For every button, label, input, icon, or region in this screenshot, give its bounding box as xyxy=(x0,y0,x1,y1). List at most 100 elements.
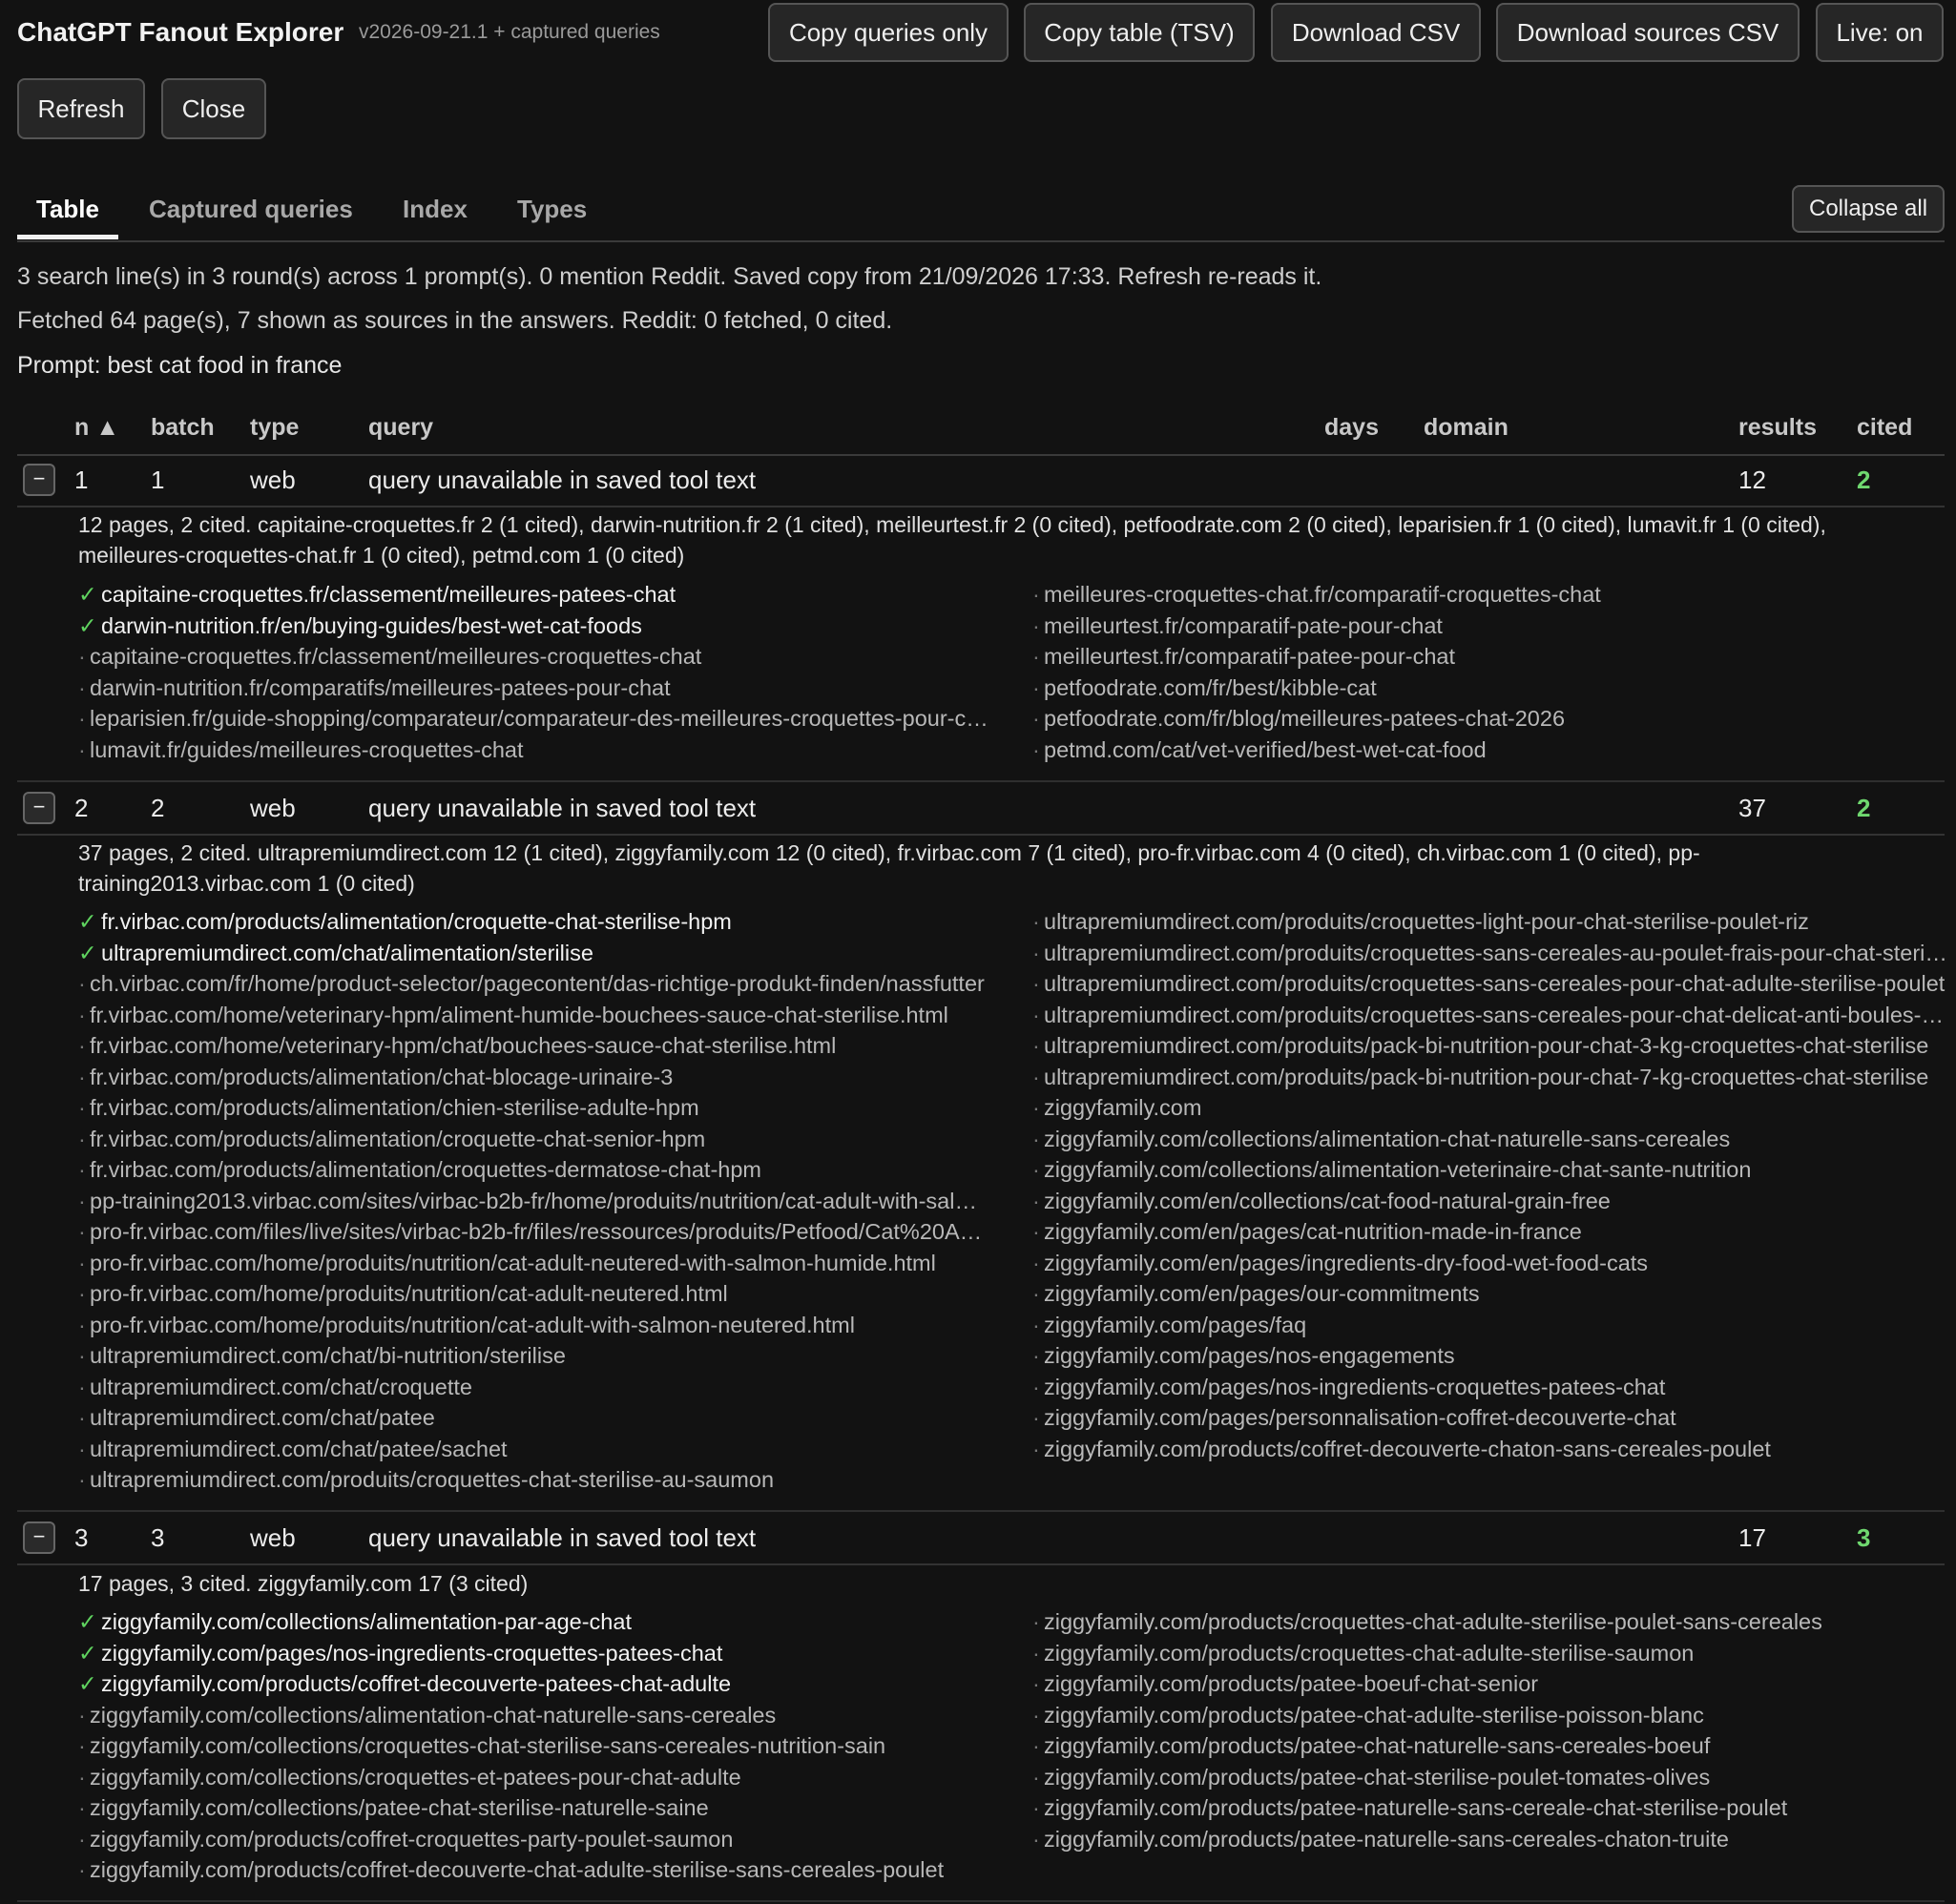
cited-source-link[interactable]: ✓ ultrapremiumdirect.com/chat/alimentatio… xyxy=(78,938,994,969)
table-row[interactable]: − 3 3 web query unavailable in saved too… xyxy=(17,1512,1945,1565)
column-n-sort[interactable]: n ▲ xyxy=(74,414,119,442)
source-link[interactable]: · meilleurtest.fr/comparatif-patee-pour-c… xyxy=(1032,641,1948,673)
cited-source-link[interactable]: ✓ ziggyfamily.com/products/coffret-decouv… xyxy=(78,1668,994,1700)
source-link[interactable]: · capitaine-croquettes.fr/classement/meil… xyxy=(78,641,994,673)
source-link[interactable]: · pro-fr.virbac.com/home/produits/nutriti… xyxy=(78,1310,994,1341)
download-sources-csv-button[interactable]: Download sources CSV xyxy=(1496,3,1800,62)
source-link[interactable]: · ultrapremiumdirect.com/chat/patee xyxy=(78,1402,994,1434)
tab-types[interactable]: Types xyxy=(517,195,587,224)
source-link[interactable]: · ziggyfamily.com/products/patee-chat-ste… xyxy=(1032,1762,1948,1793)
source-link[interactable]: · lumavit.fr/guides/meilleures-croquettes… xyxy=(78,735,994,766)
close-button[interactable]: Close xyxy=(161,78,266,139)
source-link[interactable]: · fr.virbac.com/products/alimentation/cro… xyxy=(78,1124,994,1155)
source-link[interactable]: · ultrapremiumdirect.com/chat/croquette xyxy=(78,1372,994,1403)
column-batch[interactable]: batch xyxy=(151,414,215,442)
row-collapse-toggle[interactable]: − xyxy=(23,464,55,496)
bullet-icon: · xyxy=(1032,1733,1040,1758)
source-link[interactable]: · ziggyfamily.com/pages/faq xyxy=(1032,1310,1948,1341)
source-link[interactable]: · ziggyfamily.com/products/patee-chat-nat… xyxy=(1032,1730,1948,1762)
source-link[interactable]: · ziggyfamily.com xyxy=(1032,1092,1948,1124)
row-collapse-toggle[interactable]: − xyxy=(23,792,55,824)
tab-captured-queries[interactable]: Captured queries xyxy=(149,195,353,224)
source-link[interactable]: · ziggyfamily.com/products/croquettes-cha… xyxy=(1032,1606,1948,1638)
cited-source-link[interactable]: ✓ capitaine-croquettes.fr/classement/meil… xyxy=(78,579,994,611)
source-link[interactable]: · ziggyfamily.com/products/coffret-croque… xyxy=(78,1824,994,1855)
source-link[interactable]: · pro-fr.virbac.com/home/produits/nutriti… xyxy=(78,1278,994,1310)
source-link[interactable]: · fr.virbac.com/home/veterinary-hpm/alime… xyxy=(78,1000,994,1031)
source-link[interactable]: · ultrapremiumdirect.com/produits/croquet… xyxy=(1032,968,1948,1000)
source-link[interactable]: · meilleures-croquettes-chat.fr/comparati… xyxy=(1032,579,1948,611)
column-domain[interactable]: domain xyxy=(1424,414,1509,442)
source-link[interactable]: · petmd.com/cat/vet-verified/best-wet-cat… xyxy=(1032,735,1948,766)
table-row[interactable]: − 1 1 web query unavailable in saved too… xyxy=(17,454,1945,507)
source-link[interactable]: · ziggyfamily.com/collections/croquettes-… xyxy=(78,1762,994,1793)
column-days[interactable]: days xyxy=(1324,414,1379,442)
table-row[interactable]: − 2 2 web query unavailable in saved too… xyxy=(17,782,1945,836)
live-toggle-button[interactable]: Live: on xyxy=(1816,3,1944,62)
bullet-icon: · xyxy=(78,1764,86,1790)
source-link[interactable]: · ziggyfamily.com/collections/alimentatio… xyxy=(78,1700,994,1731)
cited-source-link[interactable]: ✓ darwin-nutrition.fr/en/buying-guides/be… xyxy=(78,611,994,642)
source-link[interactable]: · ultrapremiumdirect.com/produits/croquet… xyxy=(1032,906,1948,938)
download-csv-button[interactable]: Download CSV xyxy=(1271,3,1481,62)
source-link[interactable]: · ziggyfamily.com/pages/nos-ingredients-c… xyxy=(1032,1372,1948,1403)
source-link[interactable]: · petfoodrate.com/fr/best/kibble-cat xyxy=(1032,673,1948,704)
source-link[interactable]: · ziggyfamily.com/products/patee-chat-adu… xyxy=(1032,1700,1948,1731)
source-link[interactable]: · fr.virbac.com/products/alimentation/cha… xyxy=(78,1062,994,1093)
source-link[interactable]: · ziggyfamily.com/products/coffret-decouv… xyxy=(1032,1434,1948,1465)
source-link[interactable]: · ultrapremiumdirect.com/produits/croquet… xyxy=(1032,1000,1948,1031)
source-link[interactable]: · ultrapremiumdirect.com/produits/croquet… xyxy=(78,1464,994,1496)
source-url: darwin-nutrition.fr/en/buying-guides/bes… xyxy=(101,612,642,638)
row-collapse-toggle[interactable]: − xyxy=(23,1521,55,1554)
source-link[interactable]: · ziggyfamily.com/collections/patee-chat-… xyxy=(78,1792,994,1824)
source-link[interactable]: · fr.virbac.com/products/alimentation/chi… xyxy=(78,1092,994,1124)
copy-table-button[interactable]: Copy table (TSV) xyxy=(1024,3,1255,62)
source-url: capitaine-croquettes.fr/classement/meill… xyxy=(101,582,676,607)
cited-source-link[interactable]: ✓ ziggyfamily.com/collections/alimentatio… xyxy=(78,1606,994,1638)
source-link[interactable]: · ziggyfamily.com/products/coffret-decouv… xyxy=(78,1854,994,1886)
source-link[interactable]: · ziggyfamily.com/products/patee-naturell… xyxy=(1032,1792,1948,1824)
column-cited[interactable]: cited xyxy=(1857,414,1912,442)
source-link[interactable]: · pro-fr.virbac.com/home/produits/nutriti… xyxy=(78,1248,994,1279)
source-link[interactable]: · ziggyfamily.com/products/croquettes-cha… xyxy=(1032,1638,1948,1669)
source-link[interactable]: · meilleurtest.fr/comparatif-pate-pour-ch… xyxy=(1032,611,1948,642)
source-link[interactable]: · ziggyfamily.com/collections/alimentatio… xyxy=(1032,1154,1948,1186)
source-link[interactable]: · ziggyfamily.com/pages/nos-engagements xyxy=(1032,1340,1948,1372)
cited-source-link[interactable]: ✓ fr.virbac.com/products/alimentation/cro… xyxy=(78,906,994,938)
source-link[interactable]: · pp-training2013.virbac.com/sites/virbac… xyxy=(78,1186,994,1217)
source-url: fr.virbac.com/products/alimentation/chat… xyxy=(90,1064,674,1089)
source-link[interactable]: · ultrapremiumdirect.com/chat/patee/sache… xyxy=(78,1434,994,1465)
collapse-all-button[interactable]: Collapse all xyxy=(1792,185,1945,233)
column-results[interactable]: results xyxy=(1738,414,1817,442)
source-link[interactable]: · fr.virbac.com/products/alimentation/cro… xyxy=(78,1154,994,1186)
copy-queries-button[interactable]: Copy queries only xyxy=(768,3,1009,62)
source-list-left: ✓ ziggyfamily.com/collections/alimentatio… xyxy=(78,1606,994,1886)
source-link[interactable]: · ultrapremiumdirect.com/produits/croquet… xyxy=(1032,938,1948,969)
source-link[interactable]: · ultrapremiumdirect.com/produits/pack-bi… xyxy=(1032,1062,1948,1093)
source-link[interactable]: · ziggyfamily.com/en/pages/cat-nutrition-… xyxy=(1032,1216,1948,1248)
cited-source-link[interactable]: ✓ ziggyfamily.com/pages/nos-ingredients-c… xyxy=(78,1638,994,1669)
source-link[interactable]: · leparisien.fr/guide-shopping/comparateu… xyxy=(78,703,994,735)
tab-index[interactable]: Index xyxy=(403,195,468,224)
source-link[interactable]: · pro-fr.virbac.com/files/live/sites/virb… xyxy=(78,1216,994,1248)
column-query[interactable]: query xyxy=(368,414,433,442)
source-link[interactable]: · ultrapremiumdirect.com/chat/bi-nutritio… xyxy=(78,1340,994,1372)
source-link[interactable]: · ziggyfamily.com/products/patee-naturell… xyxy=(1032,1824,1948,1855)
source-link[interactable]: · petfoodrate.com/fr/blog/meilleures-pate… xyxy=(1032,703,1948,735)
source-link[interactable]: · ziggyfamily.com/en/pages/our-commitment… xyxy=(1032,1278,1948,1310)
source-url: pro-fr.virbac.com/files/live/sites/virba… xyxy=(90,1219,994,1244)
bullet-icon: · xyxy=(78,1405,86,1430)
source-link[interactable]: · darwin-nutrition.fr/comparatifs/meilleu… xyxy=(78,673,994,704)
source-link[interactable]: · ziggyfamily.com/pages/personnalisation-… xyxy=(1032,1402,1948,1434)
refresh-button[interactable]: Refresh xyxy=(17,78,145,139)
source-link[interactable]: · ziggyfamily.com/products/patee-boeuf-ch… xyxy=(1032,1668,1948,1700)
source-link[interactable]: · ziggyfamily.com/collections/alimentatio… xyxy=(1032,1124,1948,1155)
source-link[interactable]: · ziggyfamily.com/en/collections/cat-food… xyxy=(1032,1186,1948,1217)
source-link[interactable]: · ziggyfamily.com/collections/croquettes-… xyxy=(78,1730,994,1762)
source-link[interactable]: · ch.virbac.com/fr/home/product-selector/… xyxy=(78,968,994,1000)
source-link[interactable]: · fr.virbac.com/home/veterinary-hpm/chat/… xyxy=(78,1030,994,1062)
column-type[interactable]: type xyxy=(250,414,299,442)
tab-table[interactable]: Table xyxy=(36,195,99,224)
source-link[interactable]: · ziggyfamily.com/en/pages/ingredients-dr… xyxy=(1032,1248,1948,1279)
source-link[interactable]: · ultrapremiumdirect.com/produits/pack-bi… xyxy=(1032,1030,1948,1062)
